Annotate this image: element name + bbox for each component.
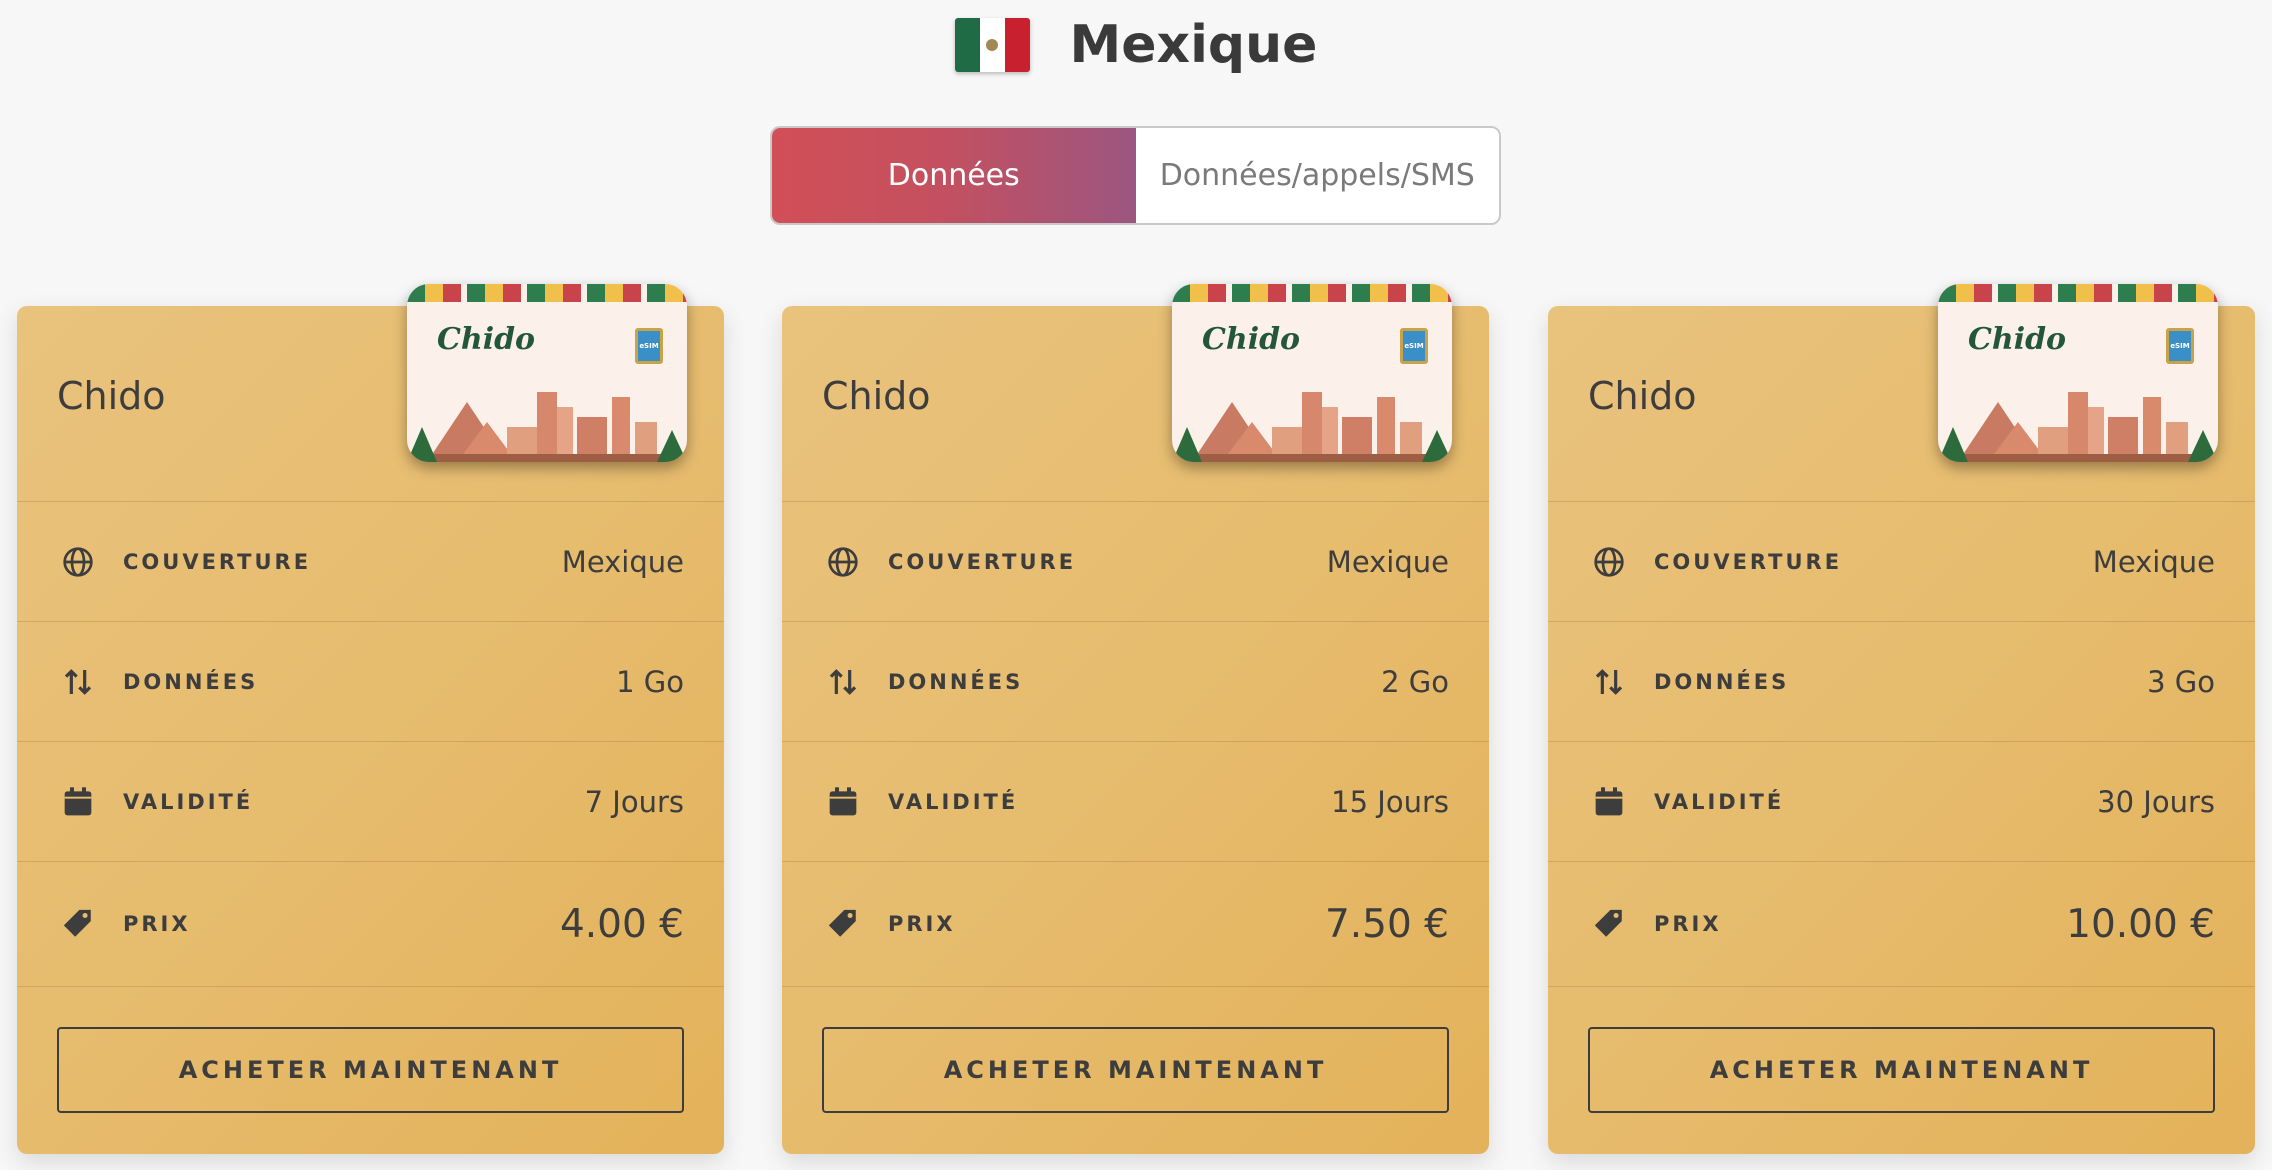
validity-label: VALIDITÉ — [123, 789, 254, 814]
price-row: PRIX 10.00 € — [1548, 862, 2255, 987]
papel-picado-decoration — [1938, 284, 2218, 302]
esim-brand-text: Chido — [1202, 322, 1301, 357]
mexico-flag-icon — [954, 18, 1030, 72]
globe-icon — [826, 545, 860, 579]
globe-icon — [61, 545, 95, 579]
papel-picado-decoration — [407, 284, 687, 302]
mexico-skyline-illustration — [1938, 392, 2218, 462]
price-tag-icon — [61, 907, 95, 941]
data-value: 1 Go — [616, 664, 684, 699]
price-value: 7.50 € — [1324, 901, 1449, 947]
coverage-value: Mexique — [561, 544, 684, 579]
mexico-skyline-illustration — [407, 392, 687, 462]
validity-row: VALIDITÉ 15 Jours — [782, 742, 1489, 862]
buy-container: ACHETER MAINTENANT — [782, 987, 1489, 1152]
validity-value: 7 Jours — [584, 784, 684, 819]
esim-chip-icon: eSIM — [1400, 328, 1428, 364]
esim-brand-text: Chido — [437, 322, 536, 357]
plan-name: Chido — [822, 374, 931, 418]
coverage-value: Mexique — [2092, 544, 2215, 579]
plan-name: Chido — [57, 374, 166, 418]
coverage-row: COUVERTURE Mexique — [1548, 502, 2255, 622]
price-label: PRIX — [1654, 912, 1722, 936]
validity-row: VALIDITÉ 30 Jours — [1548, 742, 2255, 862]
tab-data[interactable]: Données — [772, 128, 1136, 223]
buy-now-button[interactable]: ACHETER MAINTENANT — [1588, 1026, 2215, 1113]
coverage-row: COUVERTURE Mexique — [17, 502, 724, 622]
validity-row: VALIDITÉ 7 Jours — [17, 742, 724, 862]
mexico-skyline-illustration — [1172, 392, 1452, 462]
esim-card-image: Chido eSIM — [407, 284, 687, 462]
price-label: PRIX — [123, 912, 191, 936]
plan-card-header: Chido Chido eSIM — [17, 284, 724, 502]
plan-card-header: Chido Chido eSIM — [782, 284, 1489, 502]
price-value: 10.00 € — [2066, 901, 2215, 947]
esim-chip-icon: eSIM — [635, 328, 663, 364]
data-label: DONNÉES — [123, 669, 259, 694]
coverage-value: Mexique — [1326, 544, 1449, 579]
globe-icon — [1592, 545, 1626, 579]
buy-now-button[interactable]: ACHETER MAINTENANT — [822, 1026, 1449, 1113]
coverage-label: COUVERTURE — [888, 549, 1077, 574]
plan-card: Chido Chido eSIM COUVERTURE Mexique DONN… — [782, 284, 1489, 1154]
esim-chip-icon: eSIM — [2166, 328, 2194, 364]
price-value: 4.00 € — [559, 901, 684, 947]
price-tag-icon — [826, 907, 860, 941]
arrows-up-down-icon — [826, 665, 860, 699]
buy-container: ACHETER MAINTENANT — [17, 987, 724, 1152]
page-title: Mexique — [1069, 15, 1318, 75]
data-value: 3 Go — [2147, 664, 2215, 699]
validity-value: 15 Jours — [1331, 784, 1449, 819]
tab-data-calls-sms[interactable]: Données/appels/SMS — [1135, 128, 1499, 223]
data-label: DONNÉES — [888, 669, 1024, 694]
coverage-label: COUVERTURE — [1654, 549, 1843, 574]
validity-label: VALIDITÉ — [1654, 789, 1785, 814]
esim-card-image: Chido eSIM — [1938, 284, 2218, 462]
arrows-up-down-icon — [61, 665, 95, 699]
plan-card: Chido Chido eSIM COUVERTURE Mexique DONN… — [1548, 284, 2255, 1154]
price-row: PRIX 4.00 € — [17, 862, 724, 987]
calendar-icon — [826, 785, 860, 819]
esim-brand-text: Chido — [1968, 322, 2067, 357]
data-row: DONNÉES 1 Go — [17, 622, 724, 742]
data-row: DONNÉES 3 Go — [1548, 622, 2255, 742]
buy-container: ACHETER MAINTENANT — [1548, 987, 2255, 1152]
coverage-row: COUVERTURE Mexique — [782, 502, 1489, 622]
plan-card: Chido Chido eSIM COUVERTURE Mexique DONN… — [17, 284, 724, 1154]
price-label: PRIX — [888, 912, 956, 936]
calendar-icon — [1592, 785, 1626, 819]
coverage-label: COUVERTURE — [123, 549, 312, 574]
validity-label: VALIDITÉ — [888, 789, 1019, 814]
data-row: DONNÉES 2 Go — [782, 622, 1489, 742]
arrows-up-down-icon — [1592, 665, 1626, 699]
validity-value: 30 Jours — [2097, 784, 2215, 819]
data-value: 2 Go — [1381, 664, 1449, 699]
buy-now-button[interactable]: ACHETER MAINTENANT — [57, 1026, 684, 1113]
plan-card-header: Chido Chido eSIM — [1548, 284, 2255, 502]
price-tag-icon — [1592, 907, 1626, 941]
plan-name: Chido — [1588, 374, 1697, 418]
plan-type-tabs: Données Données/appels/SMS — [770, 126, 1501, 225]
papel-picado-decoration — [1172, 284, 1452, 302]
esim-card-image: Chido eSIM — [1172, 284, 1452, 462]
data-label: DONNÉES — [1654, 669, 1790, 694]
page-header: Mexique — [0, 10, 2272, 80]
price-row: PRIX 7.50 € — [782, 862, 1489, 987]
calendar-icon — [61, 785, 95, 819]
